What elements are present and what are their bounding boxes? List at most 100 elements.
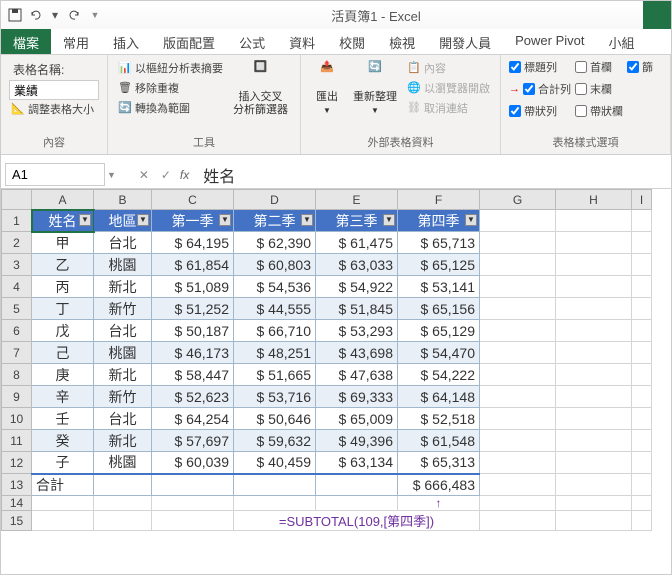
cell[interactable]: 甲 — [32, 232, 94, 254]
cell[interactable]: 子 — [32, 452, 94, 474]
table-header-cell[interactable]: 姓名▼ — [32, 210, 94, 232]
qat-dropdown-icon[interactable]: ▾ — [47, 7, 63, 23]
cell[interactable] — [480, 232, 556, 254]
cell[interactable]: $ 63,134 — [316, 452, 398, 474]
cell[interactable]: $ 58,447 — [152, 364, 234, 386]
undo-icon[interactable] — [27, 7, 43, 23]
cell[interactable] — [480, 342, 556, 364]
cell[interactable]: $ 65,129 — [398, 320, 480, 342]
cell[interactable]: $ 65,713 — [398, 232, 480, 254]
cell[interactable]: $ 49,396 — [316, 430, 398, 452]
tab-formulas[interactable]: 公式 — [227, 29, 277, 54]
cell[interactable] — [94, 496, 152, 511]
cell[interactable] — [632, 408, 652, 430]
cell[interactable] — [556, 232, 632, 254]
cell[interactable] — [480, 298, 556, 320]
cell[interactable] — [556, 430, 632, 452]
cell[interactable]: $ 48,251 — [234, 342, 316, 364]
cell[interactable] — [316, 474, 398, 496]
cell[interactable]: $ 51,252 — [152, 298, 234, 320]
cell[interactable]: $ 60,039 — [152, 452, 234, 474]
cell[interactable]: $ 62,390 — [234, 232, 316, 254]
cell[interactable] — [480, 430, 556, 452]
formula-bar[interactable]: 姓名 — [203, 163, 235, 187]
cell[interactable]: 癸 — [32, 430, 94, 452]
cell[interactable]: 台北 — [94, 408, 152, 430]
cell[interactable]: 辛 — [32, 386, 94, 408]
cell[interactable]: $ 50,646 — [234, 408, 316, 430]
cell[interactable]: $ 52,518 — [398, 408, 480, 430]
cell[interactable] — [632, 342, 652, 364]
cell[interactable] — [480, 408, 556, 430]
table-name-input[interactable] — [9, 80, 99, 100]
row-header[interactable]: 5 — [2, 298, 32, 320]
tab-data[interactable]: 資料 — [277, 29, 327, 54]
cell[interactable]: $ 64,254 — [152, 408, 234, 430]
tab-file[interactable]: 檔案 — [1, 29, 51, 54]
table-header-cell[interactable]: 第三季▼ — [316, 210, 398, 232]
cell[interactable]: $ 53,716 — [234, 386, 316, 408]
row-header[interactable]: 6 — [2, 320, 32, 342]
cell[interactable]: $ 65,125 — [398, 254, 480, 276]
resize-table-button[interactable]: 📐調整表格大小 — [9, 100, 99, 118]
row-header[interactable]: 3 — [2, 254, 32, 276]
convert-range-button[interactable]: 🔄轉換為範圍 — [116, 99, 225, 117]
cell[interactable]: $ 46,173 — [152, 342, 234, 364]
cancel-formula-icon[interactable]: ✕ — [136, 167, 152, 183]
cell[interactable] — [632, 430, 652, 452]
total-row-checkbox[interactable]: →合計列 — [509, 81, 571, 97]
col-header[interactable]: D — [234, 190, 316, 210]
cell[interactable]: $ 43,698 — [316, 342, 398, 364]
col-header[interactable]: G — [480, 190, 556, 210]
cell[interactable] — [480, 254, 556, 276]
cell[interactable]: $ 61,854 — [152, 254, 234, 276]
cell[interactable]: $ 44,555 — [234, 298, 316, 320]
cell[interactable]: $ 50,187 — [152, 320, 234, 342]
cell[interactable] — [480, 511, 556, 531]
cell[interactable] — [556, 452, 632, 474]
row-header[interactable]: 4 — [2, 276, 32, 298]
cell[interactable] — [234, 496, 316, 511]
cell[interactable]: $ 54,470 — [398, 342, 480, 364]
cell[interactable]: $ 64,148 — [398, 386, 480, 408]
cell[interactable]: $ 65,156 — [398, 298, 480, 320]
filter-dropdown-icon[interactable]: ▼ — [465, 214, 477, 226]
col-header[interactable]: B — [94, 190, 152, 210]
namebox-dropdown-icon[interactable]: ▼ — [107, 170, 116, 180]
export-button[interactable]: 📤匯出▼ — [309, 59, 345, 132]
row-header[interactable]: 13 — [2, 474, 32, 496]
cell[interactable] — [556, 210, 632, 232]
cell[interactable] — [480, 210, 556, 232]
cell[interactable] — [632, 254, 652, 276]
filter-dropdown-icon[interactable]: ▼ — [219, 214, 231, 226]
tab-review[interactable]: 校閱 — [327, 29, 377, 54]
cell[interactable]: $ 47,638 — [316, 364, 398, 386]
cell[interactable] — [556, 320, 632, 342]
cell[interactable] — [556, 364, 632, 386]
cell[interactable]: 新北 — [94, 364, 152, 386]
redo-icon[interactable] — [67, 7, 83, 23]
table-header-cell[interactable]: 第二季▼ — [234, 210, 316, 232]
cell[interactable]: $ 60,803 — [234, 254, 316, 276]
cell[interactable]: 新竹 — [94, 386, 152, 408]
banded-rows-checkbox[interactable]: 帶狀列 — [509, 103, 571, 119]
tab-home[interactable]: 常用 — [51, 29, 101, 54]
select-all-corner[interactable] — [2, 190, 32, 210]
cell[interactable]: 新北 — [94, 276, 152, 298]
cell[interactable]: $ 64,195 — [152, 232, 234, 254]
cell[interactable]: 台北 — [94, 232, 152, 254]
cell[interactable] — [316, 496, 398, 511]
cell[interactable] — [480, 276, 556, 298]
cell[interactable]: 己 — [32, 342, 94, 364]
filter-dropdown-icon[interactable]: ▼ — [301, 214, 313, 226]
cell[interactable]: $ 54,536 — [234, 276, 316, 298]
header-row-checkbox[interactable]: 標題列 — [509, 59, 571, 75]
tab-view[interactable]: 檢視 — [377, 29, 427, 54]
col-header[interactable]: A — [32, 190, 94, 210]
cell[interactable]: 壬 — [32, 408, 94, 430]
cell[interactable] — [556, 511, 632, 531]
cell[interactable] — [480, 474, 556, 496]
cell[interactable]: $ 54,922 — [316, 276, 398, 298]
table-header-cell[interactable]: 地區▼ — [94, 210, 152, 232]
cell[interactable] — [32, 496, 94, 511]
